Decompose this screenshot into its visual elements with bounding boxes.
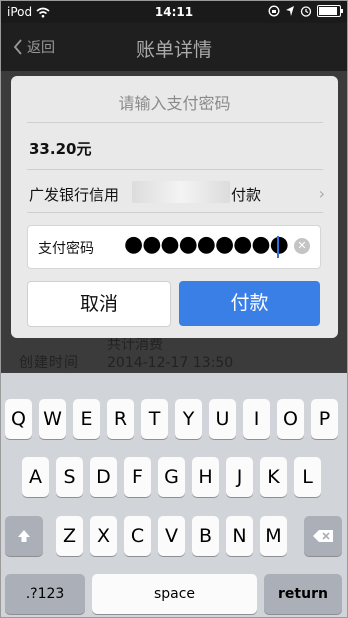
return-key[interactable]: return — [264, 574, 342, 614]
key-j[interactable]: J — [226, 457, 253, 497]
password-label: 支付密码 — [38, 241, 94, 257]
space-key[interactable]: space — [92, 574, 257, 614]
alarm-icon — [300, 6, 312, 17]
battery-icon — [317, 5, 343, 17]
key-c[interactable]: C — [124, 516, 151, 556]
nav-bar: 返回 账单详情 — [1, 23, 347, 71]
password-mask: ●●●●●●●●● — [124, 232, 289, 257]
key-e[interactable]: E — [73, 399, 100, 439]
clear-icon[interactable]: ✕ — [294, 238, 310, 254]
phone-screen: iPod 14:11 返回 账单详情 共计消费 创建时间 2014-12-17 … — [0, 0, 348, 618]
shift-key[interactable] — [5, 516, 43, 556]
key-q[interactable]: Q — [5, 399, 32, 439]
key-p[interactable]: P — [311, 399, 338, 439]
key-h[interactable]: H — [192, 457, 219, 497]
key-y[interactable]: Y — [175, 399, 202, 439]
redacted-card-number — [132, 181, 230, 203]
key-d[interactable]: D — [90, 457, 117, 497]
location-icon — [286, 6, 294, 16]
chevron-right-icon: › — [318, 184, 325, 203]
shift-icon — [18, 530, 30, 542]
text-caret — [277, 236, 279, 258]
password-field[interactable]: 支付密码 ●●●●●●●●● ✕ — [27, 225, 321, 269]
payment-password-dialog: 请输入支付密码 33.20元 广发银行信用 付款 › 支付密码 ●●●●●●●●… — [11, 76, 338, 338]
key-b[interactable]: B — [192, 516, 219, 556]
status-right — [268, 5, 343, 17]
created-time-value: 2014-12-17 13:50 — [107, 355, 234, 371]
key-m[interactable]: M — [260, 516, 287, 556]
delete-key[interactable] — [304, 516, 342, 556]
divider — [27, 169, 323, 170]
key-x[interactable]: X — [90, 516, 117, 556]
card-name-prefix: 广发银行信用 — [29, 186, 120, 204]
key-w[interactable]: W — [39, 399, 66, 439]
key-n[interactable]: N — [226, 516, 253, 556]
created-time-label: 创建时间 — [19, 355, 79, 371]
key-g[interactable]: G — [158, 457, 185, 497]
backspace-icon — [313, 530, 333, 542]
key-f[interactable]: F — [124, 457, 151, 497]
key-i[interactable]: I — [243, 399, 270, 439]
key-s[interactable]: S — [56, 457, 83, 497]
rotation-lock-icon — [268, 5, 280, 17]
key-o[interactable]: O — [277, 399, 304, 439]
dialog-title: 请输入支付密码 — [118, 94, 231, 113]
divider — [27, 122, 323, 123]
numbers-key[interactable]: .?123 — [5, 574, 85, 614]
key-z[interactable]: Z — [56, 516, 83, 556]
payment-amount: 33.20元 — [29, 140, 92, 158]
card-name-suffix: 付款 — [231, 186, 262, 204]
key-t[interactable]: T — [141, 399, 168, 439]
key-a[interactable]: A — [22, 457, 49, 497]
key-k[interactable]: K — [260, 457, 287, 497]
pay-button[interactable]: 付款 — [179, 281, 320, 326]
page-title: 账单详情 — [135, 39, 212, 61]
cancel-button[interactable]: 取消 — [27, 281, 171, 327]
partial-row-value: 共计消费 — [107, 337, 163, 353]
payment-method-row[interactable]: 广发银行信用 付款 › — [29, 181, 325, 205]
key-l[interactable]: L — [294, 457, 321, 497]
divider — [27, 212, 323, 213]
key-v[interactable]: V — [158, 516, 185, 556]
keyboard: Q W E R T Y U I O P A S D F G H J K L Z … — [1, 373, 347, 617]
key-u[interactable]: U — [209, 399, 236, 439]
status-bar: iPod 14:11 — [1, 1, 347, 23]
key-r[interactable]: R — [107, 399, 134, 439]
created-time-row: 创建时间 2014-12-17 13:50 — [19, 352, 233, 372]
